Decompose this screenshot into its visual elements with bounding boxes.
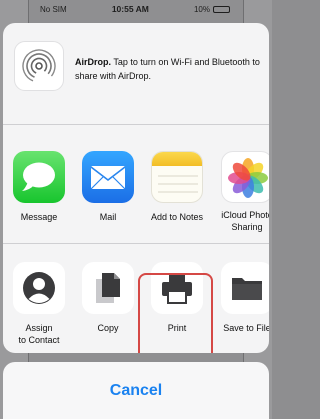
print-highlight-frame xyxy=(138,273,213,353)
contact-icon[interactable] xyxy=(13,262,65,314)
messages-icon[interactable] xyxy=(13,151,65,203)
action-copy[interactable]: Copy xyxy=(77,262,139,334)
status-right: 10% xyxy=(194,5,230,14)
airdrop-icon[interactable] xyxy=(14,41,64,91)
action-save-to-file[interactable]: Save to File xyxy=(215,262,269,334)
carrier-label: No SIM xyxy=(40,4,67,14)
action-label: Copy xyxy=(97,323,119,333)
airdrop-text: AirDrop. Tap to turn on Wi-Fi and Blueto… xyxy=(75,55,261,83)
share-sheet: AirDrop. Tap to turn on Wi-Fi and Blueto… xyxy=(3,23,269,353)
action-assign-to-contact[interactable]: Assign to Contact xyxy=(8,262,70,346)
app-icloud-photo-sharing[interactable]: iCloud Photo Sharing xyxy=(215,151,269,233)
status-time: 10:55 AM xyxy=(111,4,149,14)
app-add-to-notes[interactable]: Add to Notes xyxy=(146,151,208,223)
app-share-row: Message Mail Add to Notes iCloud Phot Sh… xyxy=(3,126,269,244)
notes-icon[interactable] xyxy=(151,151,203,203)
cancel-label: Cancel xyxy=(109,381,163,399)
copy-icon[interactable] xyxy=(82,262,134,314)
photos-icon[interactable] xyxy=(221,151,269,203)
app-label: Message xyxy=(20,212,58,222)
app-label: iCloud Photo Sharing xyxy=(221,210,269,232)
action-label: Save to File xyxy=(223,323,269,333)
cancel-button[interactable]: Cancel xyxy=(3,362,269,419)
battery-icon xyxy=(212,5,230,13)
app-label: Add to Notes xyxy=(150,212,204,222)
mail-icon[interactable] xyxy=(82,151,134,203)
status-bar: No SIM 10:55 AM 10% xyxy=(0,0,272,18)
app-label: Mail xyxy=(99,212,117,222)
action-row: Assign to Contact Copy Print Save to Fil… xyxy=(3,245,269,353)
folder-icon[interactable] xyxy=(221,262,269,314)
action-label: Assign to Contact xyxy=(18,323,60,345)
battery-percent: 10% xyxy=(193,4,210,14)
app-message[interactable]: Message xyxy=(8,151,70,223)
app-mail[interactable]: Mail xyxy=(77,151,139,223)
airdrop-title: AirDrop. xyxy=(75,57,111,67)
airdrop-section[interactable]: AirDrop. Tap to turn on Wi-Fi and Blueto… xyxy=(3,23,269,125)
